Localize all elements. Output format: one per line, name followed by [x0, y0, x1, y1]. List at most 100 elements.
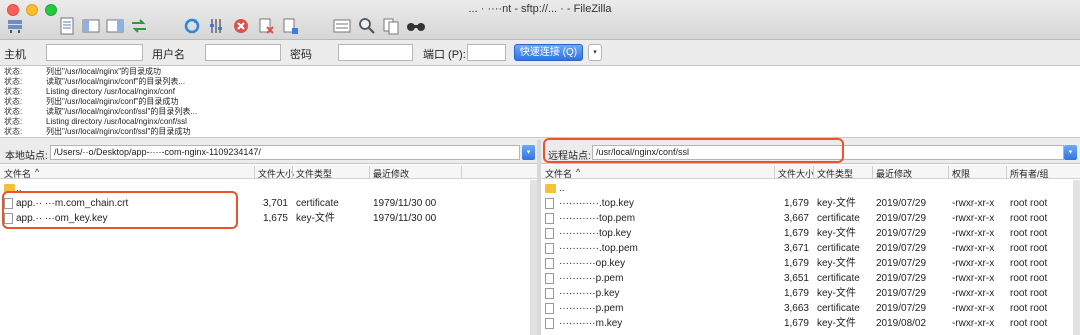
message-log[interactable]: 状态: 列出"/usr/local/nginx"的目录成功 状态: 读取"/usr/l…	[0, 66, 1080, 138]
file-owner: root root	[1010, 198, 1048, 209]
compare-icon[interactable]	[381, 16, 401, 36]
file-type: certificate	[817, 243, 860, 254]
file-modified: 2019/07/29	[876, 213, 927, 224]
quickconnect-history-dropdown[interactable]: ▾	[588, 44, 602, 61]
remote-file-row[interactable]: ············top.pem 3,667 certificate 2019/…	[541, 211, 1080, 226]
file-name: ············.top.key	[559, 198, 634, 209]
remote-file-row[interactable]: ···········m.key 1,679 key-文件 2019/08/02 -rw…	[541, 316, 1080, 331]
toggle-log-icon[interactable]	[57, 16, 77, 36]
file-size: 1,679	[783, 198, 809, 209]
col-divider	[1006, 166, 1007, 178]
log-message: Listing directory /usr/local/nginx/conf/…	[46, 117, 187, 126]
log-message: 列出"/usr/local/nginx/conf/ssl"的目录成功	[46, 127, 191, 136]
window-title: ... · ····nt - sftp://... · - FileZilla	[468, 3, 612, 15]
toggle-local-tree-icon[interactable]	[81, 16, 101, 36]
file-permissions: -rwxr-xr-x	[952, 258, 995, 269]
file-name: ···········p.key	[559, 288, 620, 299]
file-modified: 1979/11/30 00	[373, 213, 437, 224]
file-modified: 2019/07/29	[876, 303, 927, 314]
remote-scrollbar[interactable]	[1073, 180, 1080, 335]
col-filesize[interactable]: 文件大小	[258, 167, 294, 180]
remote-file-row[interactable]: ············top.key 1,679 key-文件 2019/07/29…	[541, 226, 1080, 241]
process-queue-icon[interactable]	[206, 16, 226, 36]
col-permissions[interactable]: 权限	[952, 167, 970, 180]
file-size: 1,679	[783, 228, 809, 239]
remote-file-row[interactable]: ············.top.key 1,679 key-文件 2019/07/2…	[541, 196, 1080, 211]
file-icon	[545, 318, 554, 329]
port-input[interactable]	[467, 44, 506, 61]
file-owner: root root	[1010, 243, 1048, 254]
file-icon	[545, 258, 554, 269]
file-size: 1,679	[783, 318, 809, 329]
remote-file-row[interactable]: ············.top.pem 3,671 certificate 2019…	[541, 241, 1080, 256]
col-filename[interactable]: 文件名	[545, 167, 572, 180]
password-input[interactable]	[338, 44, 413, 61]
minimize-window-button[interactable]	[26, 4, 38, 16]
host-input[interactable]	[46, 44, 143, 61]
log-status-label: 状态:	[4, 97, 23, 106]
log-status-label: 状态:	[4, 107, 23, 116]
file-modified: 2019/07/29	[876, 288, 927, 299]
file-permissions: -rwxr-xr-x	[952, 288, 995, 299]
file-icon	[545, 198, 554, 209]
file-modified: 2019/07/29	[876, 228, 927, 239]
reconnect-icon[interactable]	[280, 16, 300, 36]
col-modified[interactable]: 最近修改	[373, 167, 409, 180]
col-modified[interactable]: 最近修改	[876, 167, 912, 180]
remote-column-header: 文件名 ^ 文件大小 文件类型 最近修改 权限 所有者/组	[541, 165, 1080, 179]
log-status-label: 状态:	[4, 77, 23, 86]
filter-icon[interactable]	[332, 16, 352, 36]
parent-directory-row[interactable]: ..	[541, 181, 1080, 196]
file-type: key-文件	[817, 288, 856, 299]
col-filesize[interactable]: 文件大小	[778, 167, 814, 180]
file-permissions: -rwxr-xr-x	[952, 318, 995, 329]
log-entry: 状态: 读取"/usr/local/nginx/conf/ssl"的目录列表...	[4, 107, 1080, 117]
toggle-remote-tree-icon[interactable]	[105, 16, 125, 36]
log-entry: 状态: Listing directory /usr/local/nginx/co…	[4, 87, 1080, 97]
log-message: 读取"/usr/local/nginx/conf/ssl"的目录列表...	[46, 107, 198, 116]
refresh-icon[interactable]	[182, 16, 202, 36]
search-icon[interactable]	[357, 16, 377, 36]
close-window-button[interactable]	[7, 4, 19, 16]
file-type: certificate	[817, 213, 860, 224]
file-owner: root root	[1010, 273, 1048, 284]
username-input[interactable]	[205, 44, 281, 61]
remote-file-row[interactable]: ···········p.pem 3,651 certificate 2019/07/…	[541, 271, 1080, 286]
local-scrollbar[interactable]	[530, 180, 537, 335]
log-message: 列出"/usr/local/nginx/conf"的目录成功	[46, 97, 179, 106]
remote-path-dropdown[interactable]: ▾	[1064, 145, 1077, 160]
file-permissions: -rwxr-xr-x	[952, 198, 995, 209]
log-entry: 状态: Listing directory /usr/local/nginx/co…	[4, 117, 1080, 127]
remote-file-row[interactable]: ···········p.key 1,679 key-文件 2019/07/29 -rw…	[541, 286, 1080, 301]
find-icon[interactable]	[406, 16, 426, 36]
cancel-icon[interactable]	[231, 16, 251, 36]
file-type: key-文件	[817, 228, 856, 239]
password-label: 密码	[290, 49, 312, 61]
file-type: key-文件	[817, 258, 856, 269]
remote-file-row[interactable]: ···········op.key 1,679 key-文件 2019/07/29 -r…	[541, 256, 1080, 271]
remote-file-row[interactable]: ···········p.pem 3,663 certificate 2019/07/…	[541, 301, 1080, 316]
file-size: 3,667	[783, 213, 809, 224]
file-modified: 2019/07/29	[876, 258, 927, 269]
file-permissions: -rwxr-xr-x	[952, 213, 995, 224]
col-filename[interactable]: 文件名	[4, 167, 31, 180]
local-path-dropdown[interactable]: ▾	[522, 145, 535, 160]
quickconnect-button[interactable]: 快速连接 (Q)	[514, 44, 583, 61]
file-modified: 2019/07/29	[876, 273, 927, 284]
log-status-label: 状态:	[4, 117, 23, 126]
col-filetype[interactable]: 文件类型	[296, 167, 332, 180]
disconnect-icon[interactable]	[256, 16, 276, 36]
file-size: 1,679	[783, 258, 809, 269]
col-owner[interactable]: 所有者/组	[1010, 167, 1049, 180]
file-size: 3,663	[783, 303, 809, 314]
file-owner: root root	[1010, 303, 1048, 314]
col-divider	[461, 166, 462, 178]
maximize-window-button[interactable]	[45, 4, 57, 16]
transfer-queue-icon[interactable]	[129, 16, 149, 36]
site-manager-icon[interactable]	[5, 16, 25, 36]
local-path-input[interactable]: /Users/··o/Desktop/app-····-com-nginx-11…	[50, 145, 520, 160]
file-icon	[545, 273, 554, 284]
col-filetype[interactable]: 文件类型	[817, 167, 853, 180]
log-status-label: 状态:	[4, 87, 23, 96]
file-name: ············top.pem	[559, 213, 636, 224]
